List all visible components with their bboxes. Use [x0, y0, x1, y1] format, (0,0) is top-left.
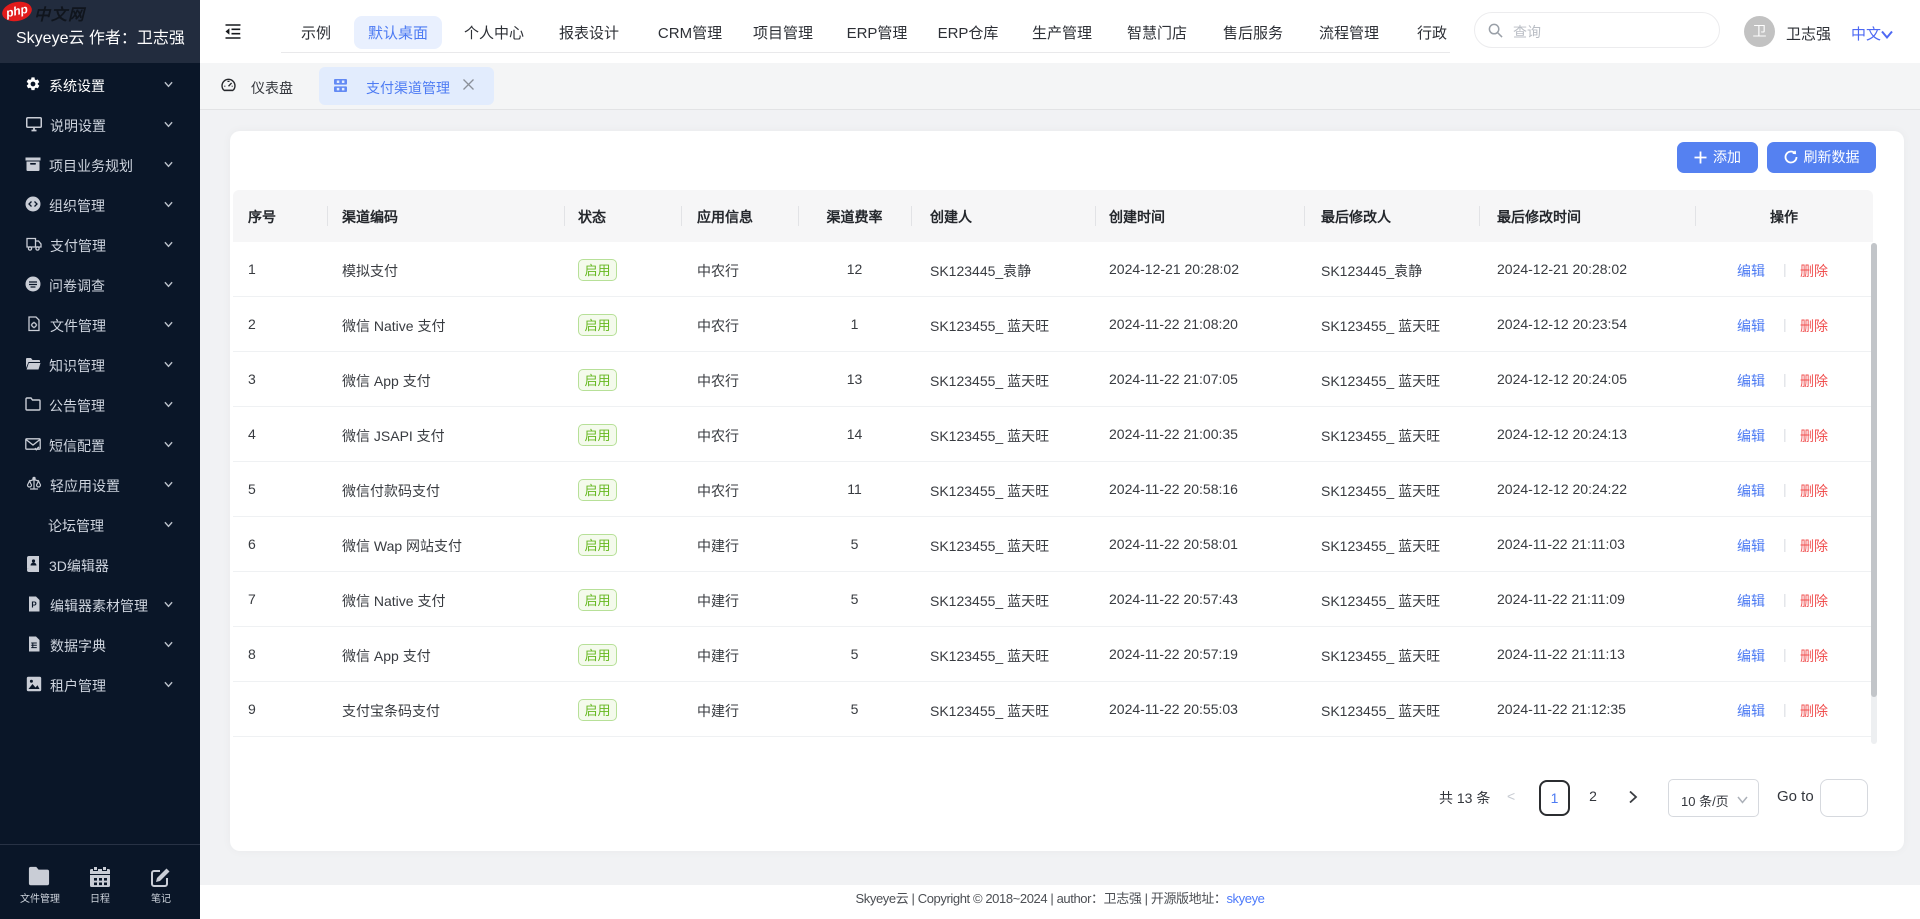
svg-text:P: P: [31, 601, 37, 610]
